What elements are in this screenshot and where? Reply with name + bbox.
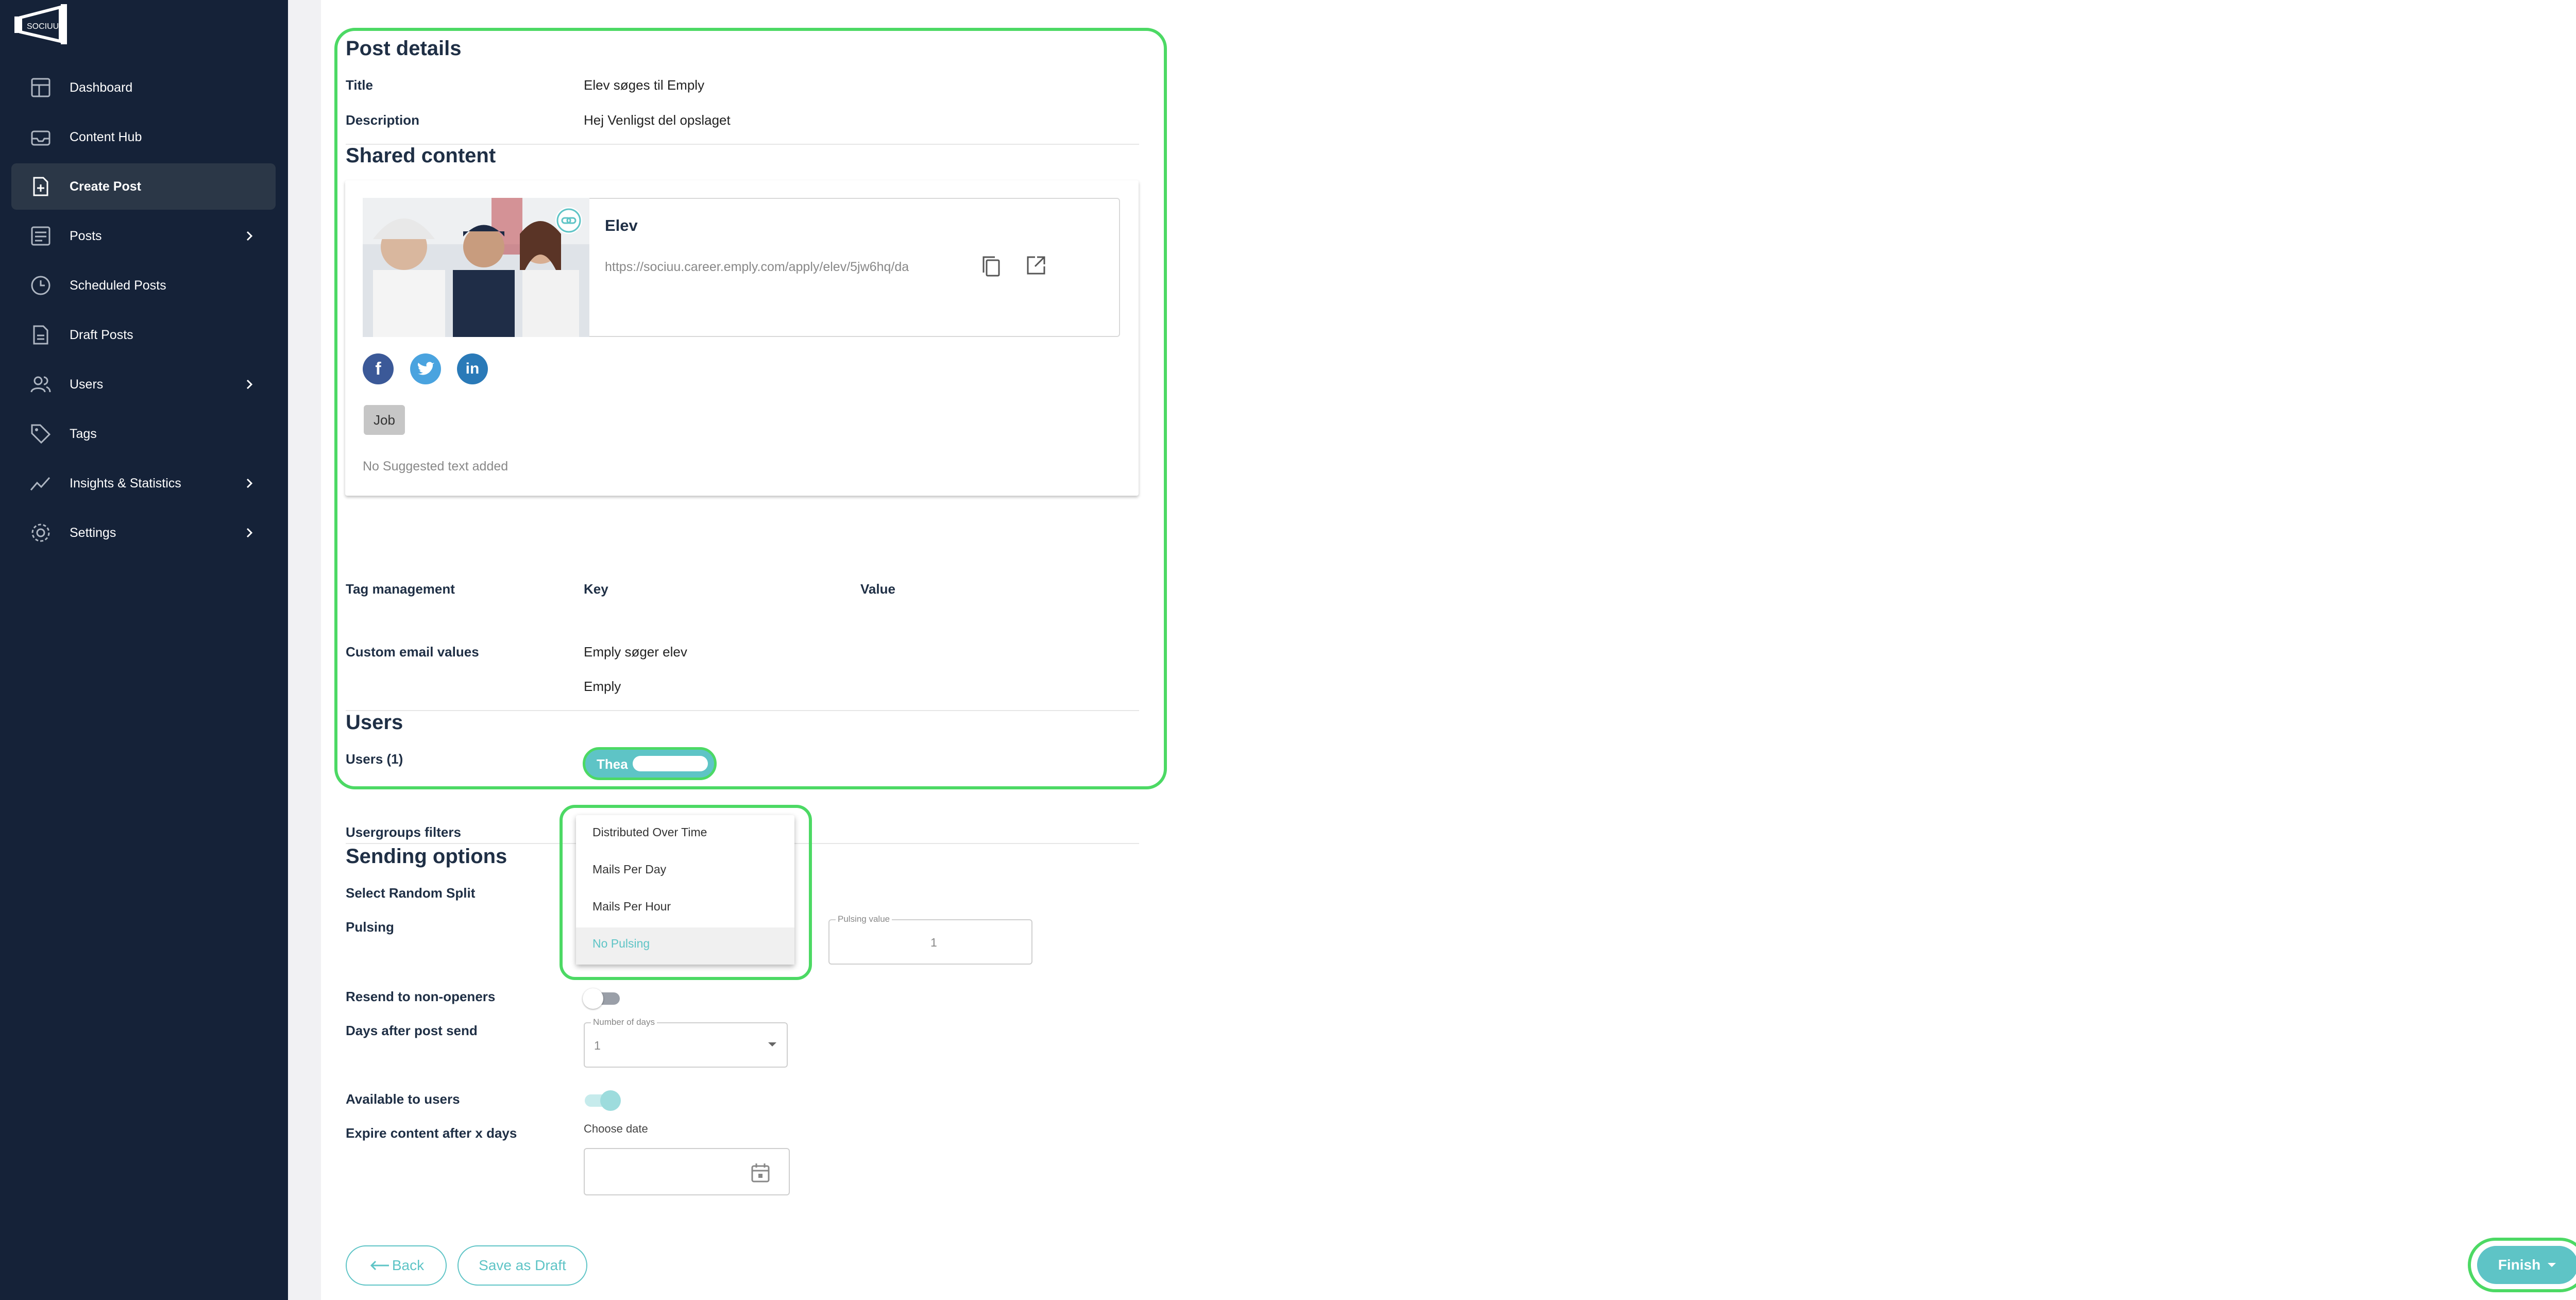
sidebar-item-create-post[interactable]: Create Post <box>11 163 276 210</box>
key-header: Key <box>584 581 608 597</box>
custom-email-value: Emply <box>584 679 621 694</box>
dropdown-option[interactable]: Distributed Over Time <box>592 825 707 839</box>
dropdown-option-selected[interactable]: No Pulsing <box>592 937 650 951</box>
pulsing-value: 1 <box>930 936 937 949</box>
caret-down-icon <box>2548 1263 2556 1267</box>
user-chip-name: Thea <box>597 756 628 772</box>
value-header: Value <box>860 581 895 597</box>
link-title: Elev <box>605 216 638 234</box>
arrow-left-icon <box>370 1260 389 1271</box>
clock-icon <box>31 276 50 295</box>
chevron-right-icon <box>246 379 253 390</box>
suggested-text: No Suggested text added <box>363 459 509 474</box>
sidebar-item-label: Content Hub <box>70 129 142 144</box>
number-of-days-label: Number of days <box>591 1017 657 1027</box>
custom-email-label: Custom email values <box>346 644 479 660</box>
available-toggle[interactable] <box>583 1090 624 1111</box>
shared-content-heading: Shared content <box>346 144 496 167</box>
expire-date-input[interactable] <box>584 1148 790 1195</box>
sidebar-item-label: Tags <box>70 426 97 441</box>
chart-line-icon <box>30 477 50 491</box>
choose-date-label: Choose date <box>584 1122 648 1135</box>
resend-toggle[interactable] <box>583 988 624 1009</box>
sidebar-item-tags[interactable]: Tags <box>11 411 276 457</box>
sociuu-logo[interactable]: SOCIUU <box>11 3 71 45</box>
external-link-icon[interactable] <box>1026 255 1046 276</box>
pulsing-label: Pulsing <box>346 919 394 935</box>
link-icon <box>555 207 582 234</box>
inbox-icon <box>31 130 50 146</box>
divider <box>346 710 1139 711</box>
sidebar-item-settings[interactable]: Settings <box>11 510 276 556</box>
number-of-days-value: 1 <box>594 1039 601 1052</box>
users-count-label: Users (1) <box>346 751 403 767</box>
sidebar-item-insights[interactable]: Insights & Statistics <box>11 460 276 507</box>
linkedin-icon: in <box>457 353 488 384</box>
description-value: Hej Venligst del opslaget <box>584 112 731 128</box>
dropdown-option[interactable]: Mails Per Day <box>592 863 666 876</box>
sidebar-item-dashboard[interactable]: Dashboard <box>11 64 276 111</box>
save-draft-label: Save as Draft <box>479 1257 566 1273</box>
users-icon <box>30 376 51 393</box>
user-chip[interactable]: Thea <box>583 747 717 780</box>
users-heading: Users <box>346 711 403 734</box>
sidebar-item-label: Scheduled Posts <box>70 278 166 293</box>
sidebar-item-users[interactable]: Users <box>11 361 276 408</box>
usergroups-label: Usergroups filters <box>346 824 461 840</box>
sidebar-item-label: Users <box>70 377 104 392</box>
custom-email-value: Emply søger elev <box>584 644 687 660</box>
save-draft-button[interactable]: Save as Draft <box>457 1245 587 1286</box>
chevron-right-icon <box>246 231 253 241</box>
expire-label: Expire content after x days <box>346 1125 517 1141</box>
description-label: Description <box>346 112 420 128</box>
document-icon <box>33 325 48 345</box>
title-value: Elev søges til Emply <box>584 77 705 93</box>
sidebar-item-label: Settings <box>70 525 116 540</box>
sidebar-item-scheduled-posts[interactable]: Scheduled Posts <box>11 262 276 309</box>
sidebar-item-label: Insights & Statistics <box>70 476 181 491</box>
dashboard-icon <box>31 78 50 97</box>
sidebar-item-label: Posts <box>70 228 102 243</box>
back-button[interactable]: Back <box>346 1245 447 1286</box>
pulsing-value-label: Pulsing value <box>836 914 892 924</box>
finish-button[interactable]: Finish <box>2477 1246 2576 1284</box>
user-chip-pill <box>633 756 708 771</box>
link-url: https://sociuu.career.emply.com/apply/el… <box>605 260 909 274</box>
chevron-right-icon <box>246 478 253 488</box>
finish-button-label: Finish <box>2498 1257 2541 1273</box>
gear-icon <box>31 524 50 542</box>
resend-label: Resend to non-openers <box>346 989 496 1004</box>
sidebar: SOCIUU Dashboard Content Hub Create Post… <box>0 0 288 1300</box>
posts-icon <box>31 226 50 246</box>
sending-options-heading: Sending options <box>346 845 507 868</box>
chevron-right-icon <box>246 528 253 538</box>
sidebar-item-label: Create Post <box>70 179 141 194</box>
twitter-icon <box>410 353 441 384</box>
svg-text:SOCIUU: SOCIUU <box>27 22 59 31</box>
pulsing-dropdown-menu: Distributed Over Time Mails Per Day Mail… <box>576 815 794 965</box>
tag-management-label: Tag management <box>346 581 455 597</box>
number-of-days-select[interactable]: Number of days 1 <box>584 1017 788 1068</box>
sidebar-item-draft-posts[interactable]: Draft Posts <box>11 312 276 358</box>
sidebar-item-label: Dashboard <box>70 80 133 95</box>
tag-icon <box>31 424 51 444</box>
facebook-icon: f <box>363 353 394 384</box>
file-plus-icon <box>33 177 48 196</box>
sidebar-item-label: Draft Posts <box>70 327 133 342</box>
calendar-icon[interactable] <box>751 1162 770 1183</box>
post-details-heading: Post details <box>346 37 462 60</box>
available-label: Available to users <box>346 1091 460 1107</box>
tag-chip-job: Job <box>364 405 405 435</box>
caret-down-icon <box>768 1042 776 1046</box>
back-button-label: Back <box>392 1257 425 1273</box>
sidebar-item-content-hub[interactable]: Content Hub <box>11 114 276 160</box>
copy-icon[interactable] <box>980 255 1001 278</box>
random-split-label: Select Random Split <box>346 885 476 901</box>
dropdown-option[interactable]: Mails Per Hour <box>592 900 671 914</box>
pulsing-value-input[interactable]: Pulsing value 1 <box>828 914 1032 965</box>
sidebar-item-posts[interactable]: Posts <box>11 213 276 259</box>
title-label: Title <box>346 77 373 93</box>
days-after-label: Days after post send <box>346 1023 478 1038</box>
